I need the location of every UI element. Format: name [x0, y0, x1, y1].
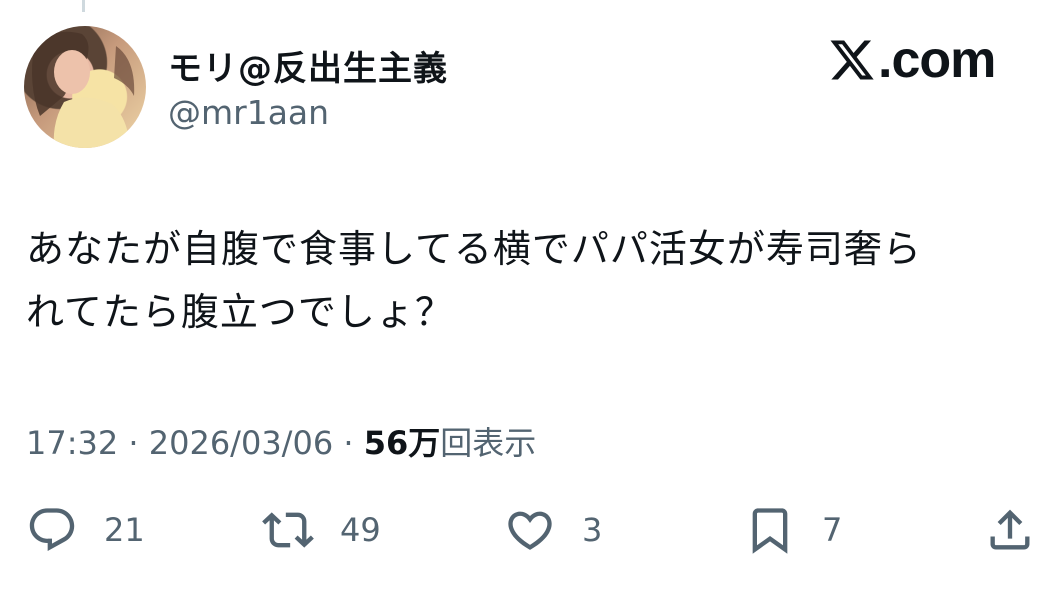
author-handle[interactable]: @mr1aan — [168, 93, 329, 132]
repost-count: 49 — [340, 511, 381, 549]
tweet-meta: 17:32 · 2026/03/06 · 56万回表示 — [26, 418, 536, 464]
avatar-photo-icon — [32, 31, 135, 148]
views-label: 回表示 — [440, 424, 537, 462]
x-com-brand: .com — [828, 31, 996, 89]
tweet-text-line: れてたら腹立つでしょ？ — [26, 290, 454, 334]
bookmark-button[interactable]: 7 — [744, 500, 842, 560]
meta-separator: · — [343, 424, 354, 462]
share-button[interactable] — [984, 500, 1036, 560]
reply-count: 21 — [104, 511, 145, 549]
views-count: 56万 — [363, 424, 441, 462]
share-icon — [990, 509, 1030, 550]
like-count: 3 — [582, 511, 603, 549]
bookmark-icon — [752, 508, 788, 554]
like-button[interactable]: 3 — [504, 500, 602, 560]
tweet-time[interactable]: 17:32 — [26, 424, 118, 462]
thread-connector — [82, 0, 85, 12]
bookmark-count: 7 — [822, 511, 843, 549]
repost-button[interactable]: 49 — [262, 500, 381, 560]
tweet-text: あなたが自腹で食事してる横でパパ活女が寿司奢ら れてたら腹立つでしょ？ — [26, 218, 1036, 344]
action-bar: 21 49 3 7 — [0, 500, 1062, 560]
tweet-text-line: あなたが自腹で食事してる横でパパ活女が寿司奢ら — [26, 227, 922, 271]
tweet-date[interactable]: 2026/03/06 — [149, 424, 333, 462]
avatar[interactable] — [24, 26, 146, 148]
reply-button[interactable]: 21 — [26, 500, 145, 560]
reply-icon — [29, 508, 75, 552]
heart-icon — [508, 511, 552, 550]
repost-icon — [262, 512, 314, 548]
author-display-name[interactable]: モリ@反出生主義 — [168, 41, 448, 90]
meta-separator: · — [128, 424, 139, 462]
x-logo-icon — [830, 40, 874, 80]
brand-domain-text: .com — [878, 31, 996, 89]
